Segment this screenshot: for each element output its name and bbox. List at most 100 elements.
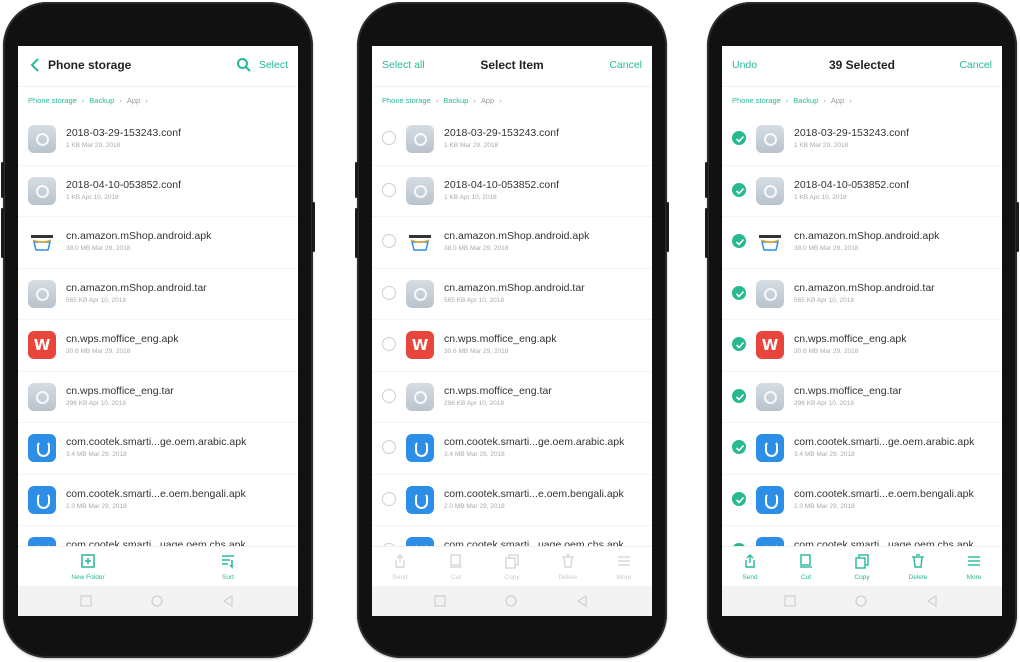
file-row[interactable]: com.cootek.smarti...e.oem.bengali.apk 2.0…	[18, 475, 298, 526]
checked-checkbox[interactable]	[732, 388, 746, 403]
checkbox[interactable]	[382, 388, 396, 403]
send-button[interactable]: Send	[722, 547, 778, 586]
cootek-app-icon	[756, 485, 784, 514]
file-row[interactable]: cn.wps.moffice_eng.tar 296 KB Apr 10, 201…	[18, 372, 298, 423]
back-icon[interactable]	[29, 57, 43, 73]
checked-checkbox[interactable]	[732, 234, 746, 248]
file-row[interactable]: cn.amazon.mShop.android.apk 38.0 MB Mar 2…	[372, 217, 652, 269]
breadcrumb-app[interactable]: App	[831, 96, 844, 105]
file-name: com.cootek.smarti...e.oem.bengali.apk	[66, 487, 246, 500]
copy-button[interactable]: Copy	[834, 547, 890, 586]
copy-button[interactable]: Copy	[484, 547, 540, 586]
back-nav-icon[interactable]	[222, 595, 234, 607]
file-row[interactable]: com.cootek.smarti...e.oem.bengali.apk 2.0…	[372, 475, 652, 526]
file-name: com.cootek.smarti...e.oem.bengali.apk	[444, 487, 624, 500]
file-list: 2018-03-29-153243.conf 1 KB Mar 29, 2018 2…	[722, 114, 1002, 586]
send-label: Send	[392, 574, 408, 581]
breadcrumb-phone-storage[interactable]: Phone storage	[732, 96, 781, 105]
checked-checkbox[interactable]	[732, 491, 746, 506]
recent-apps-icon[interactable]	[784, 595, 796, 607]
breadcrumb-phone-storage[interactable]: Phone storage	[382, 96, 431, 105]
file-row[interactable]: 2018-04-10-053852.conf 1 KB Apr 10, 2018	[372, 166, 652, 217]
checked-checkbox[interactable]	[732, 337, 746, 351]
breadcrumb-backup[interactable]: Backup	[443, 96, 468, 105]
sort-button[interactable]: Sort	[158, 547, 298, 586]
file-meta: 2.0 MB Mar 29, 2018	[444, 502, 505, 510]
search-icon[interactable]	[236, 57, 252, 73]
more-button[interactable]: More	[596, 547, 652, 586]
delete-icon	[562, 554, 574, 568]
cancel-button[interactable]: Cancel	[609, 59, 642, 71]
file-name: 2018-04-10-053852.conf	[444, 178, 560, 191]
file-row[interactable]: Wcn.wps.moffice_eng.apk 30.6 MB Mar 29, 2…	[722, 320, 1002, 372]
checkbox[interactable]	[382, 491, 396, 506]
file-row[interactable]: 2018-03-29-153243.conf 1 KB Mar 29, 2018	[722, 114, 1002, 166]
send-button[interactable]: Send	[372, 547, 428, 586]
conf-file-icon	[28, 382, 56, 411]
home-icon[interactable]	[855, 595, 867, 607]
more-icon	[618, 556, 630, 566]
file-row[interactable]: 2018-04-10-053852.conf 1 KB Apr 10, 2018	[18, 166, 298, 217]
cut-button[interactable]: Cut	[778, 547, 834, 586]
conf-file-icon	[756, 176, 784, 205]
bottom-toolbar: Send Cut Copy Delete More	[722, 546, 1002, 586]
wps-app-icon: W	[28, 331, 56, 359]
file-row[interactable]: com.cootek.smarti...ge.oem.arabic.apk 3.4…	[722, 423, 1002, 475]
file-meta: 3.4 MB Mar 29, 2018	[66, 451, 127, 458]
file-row[interactable]: 2018-03-29-153243.conf 1 KB Mar 29, 2018	[372, 114, 652, 166]
file-row[interactable]: Wcn.wps.moffice_eng.apk 30.6 MB Mar 29, 2…	[18, 320, 298, 372]
cut-button[interactable]: Cut	[428, 547, 484, 586]
file-row[interactable]: cn.amazon.mShop.android.apk 38.0 MB Mar 2…	[722, 217, 1002, 269]
file-list: 2018-03-29-153243.conf 1 KB Mar 29, 2018 2…	[18, 114, 298, 586]
more-button[interactable]: More	[946, 547, 1002, 586]
checked-checkbox[interactable]	[732, 182, 746, 197]
sort-label: Sort	[222, 574, 234, 581]
checkbox[interactable]	[382, 440, 396, 454]
breadcrumb-app[interactable]: App	[481, 96, 494, 105]
delete-button[interactable]: Delete	[890, 547, 946, 586]
checkbox[interactable]	[382, 182, 396, 197]
file-row[interactable]: 2018-03-29-153243.conf 1 KB Mar 29, 2018	[18, 114, 298, 166]
file-name: cn.wps.moffice_eng.apk	[66, 333, 179, 345]
home-icon[interactable]	[151, 595, 163, 607]
delete-button[interactable]: Delete	[540, 547, 596, 586]
file-row[interactable]: cn.amazon.mShop.android.tar 565 KB Apr 10…	[722, 269, 1002, 320]
file-row[interactable]: com.cootek.smarti...ge.oem.arabic.apk 3.4…	[372, 423, 652, 475]
nav-bar	[18, 586, 298, 616]
file-row[interactable]: cn.amazon.mShop.android.tar 565 KB Apr 10…	[18, 269, 298, 320]
nav-bar	[722, 586, 1002, 616]
back-nav-icon[interactable]	[576, 595, 588, 607]
file-row[interactable]: cn.amazon.mShop.android.apk 38.0 MB Mar 2…	[18, 217, 298, 269]
file-row[interactable]: com.cootek.smarti...ge.oem.arabic.apk 3.4…	[18, 423, 298, 475]
breadcrumb-backup[interactable]: Backup	[89, 96, 114, 105]
breadcrumb-app[interactable]: App	[127, 96, 140, 105]
file-meta: 38.0 MB Mar 29, 2018	[794, 245, 859, 252]
new-folder-button[interactable]: New Folder	[18, 547, 158, 586]
file-row[interactable]: cn.wps.moffice_eng.tar 296 KB Apr 10, 201…	[722, 372, 1002, 423]
breadcrumb: Phone storage › Backup › App ›	[732, 95, 852, 105]
checked-checkbox[interactable]	[732, 131, 746, 145]
file-row[interactable]: 2018-04-10-053852.conf 1 KB Apr 10, 2018	[722, 166, 1002, 217]
checked-checkbox[interactable]	[732, 440, 746, 454]
file-row[interactable]: cn.amazon.mShop.android.tar 565 KB Apr 10…	[372, 269, 652, 320]
cootek-app-icon	[28, 485, 56, 514]
checked-checkbox[interactable]	[732, 285, 746, 300]
recent-apps-icon[interactable]	[80, 595, 92, 607]
recent-apps-icon[interactable]	[434, 595, 446, 607]
file-meta: 3.4 MB Mar 29, 2018	[444, 451, 505, 458]
checkbox[interactable]	[382, 285, 396, 300]
conf-file-icon	[406, 176, 434, 205]
file-row[interactable]: Wcn.wps.moffice_eng.apk 30.6 MB Mar 29, 2…	[372, 320, 652, 372]
back-nav-icon[interactable]	[926, 595, 938, 607]
checkbox[interactable]	[382, 337, 396, 351]
copy-icon	[505, 554, 519, 569]
breadcrumb-phone-storage[interactable]: Phone storage	[28, 96, 77, 105]
checkbox[interactable]	[382, 234, 396, 248]
file-row[interactable]: com.cootek.smarti...e.oem.bengali.apk 2.0…	[722, 475, 1002, 526]
file-row[interactable]: cn.wps.moffice_eng.tar 296 KB Apr 10, 201…	[372, 372, 652, 423]
cancel-button[interactable]: Cancel	[959, 59, 992, 71]
select-button[interactable]: Select	[259, 59, 288, 71]
home-icon[interactable]	[505, 595, 517, 607]
checkbox[interactable]	[382, 131, 396, 145]
breadcrumb-backup[interactable]: Backup	[793, 96, 818, 105]
